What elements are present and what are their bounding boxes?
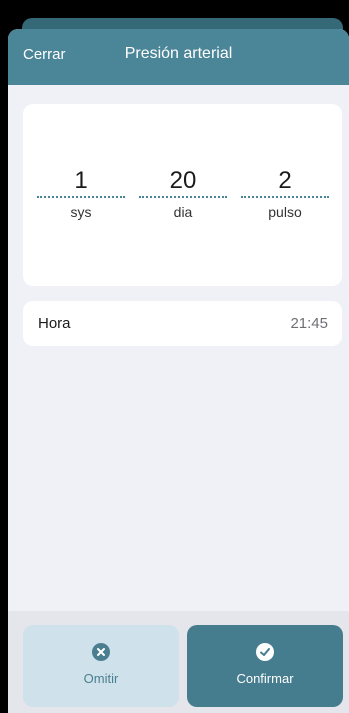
confirm-button-label: Confirmar [236,671,294,686]
sys-value-input[interactable]: 1 [37,166,125,198]
sys-label: sys [70,204,92,220]
field-dia[interactable]: 20 dia [139,166,227,220]
close-circle-icon [92,643,110,661]
action-footer: Omitir Confirmar [8,611,349,713]
page-title: Presión arterial [124,45,233,62]
check-circle-icon [256,643,274,661]
skip-button-label: Omitir [83,671,119,686]
dia-label: dia [173,204,193,220]
time-row[interactable]: Hora 21:45 [23,301,342,346]
pulso-label: pulso [268,204,302,220]
modal-header: Cerrar Presión arterial [8,29,349,85]
time-value[interactable]: 21:45 [290,315,328,332]
field-sys[interactable]: 1 sys [37,166,125,220]
field-pulso[interactable]: 2 pulso [241,166,329,220]
dia-value-input[interactable]: 20 [139,166,227,198]
skip-button[interactable]: Omitir [23,625,179,707]
confirm-button[interactable]: Confirmar [187,625,343,707]
values-card: 1 sys 20 dia 2 pulso [23,104,342,286]
screen: Cerrar Presión arterial 1 sys 20 dia 2 p… [0,0,349,713]
modal-sheet: Cerrar Presión arterial 1 sys 20 dia 2 p… [8,29,349,713]
pulso-value-input[interactable]: 2 [241,166,329,198]
time-label: Hora [38,315,71,332]
